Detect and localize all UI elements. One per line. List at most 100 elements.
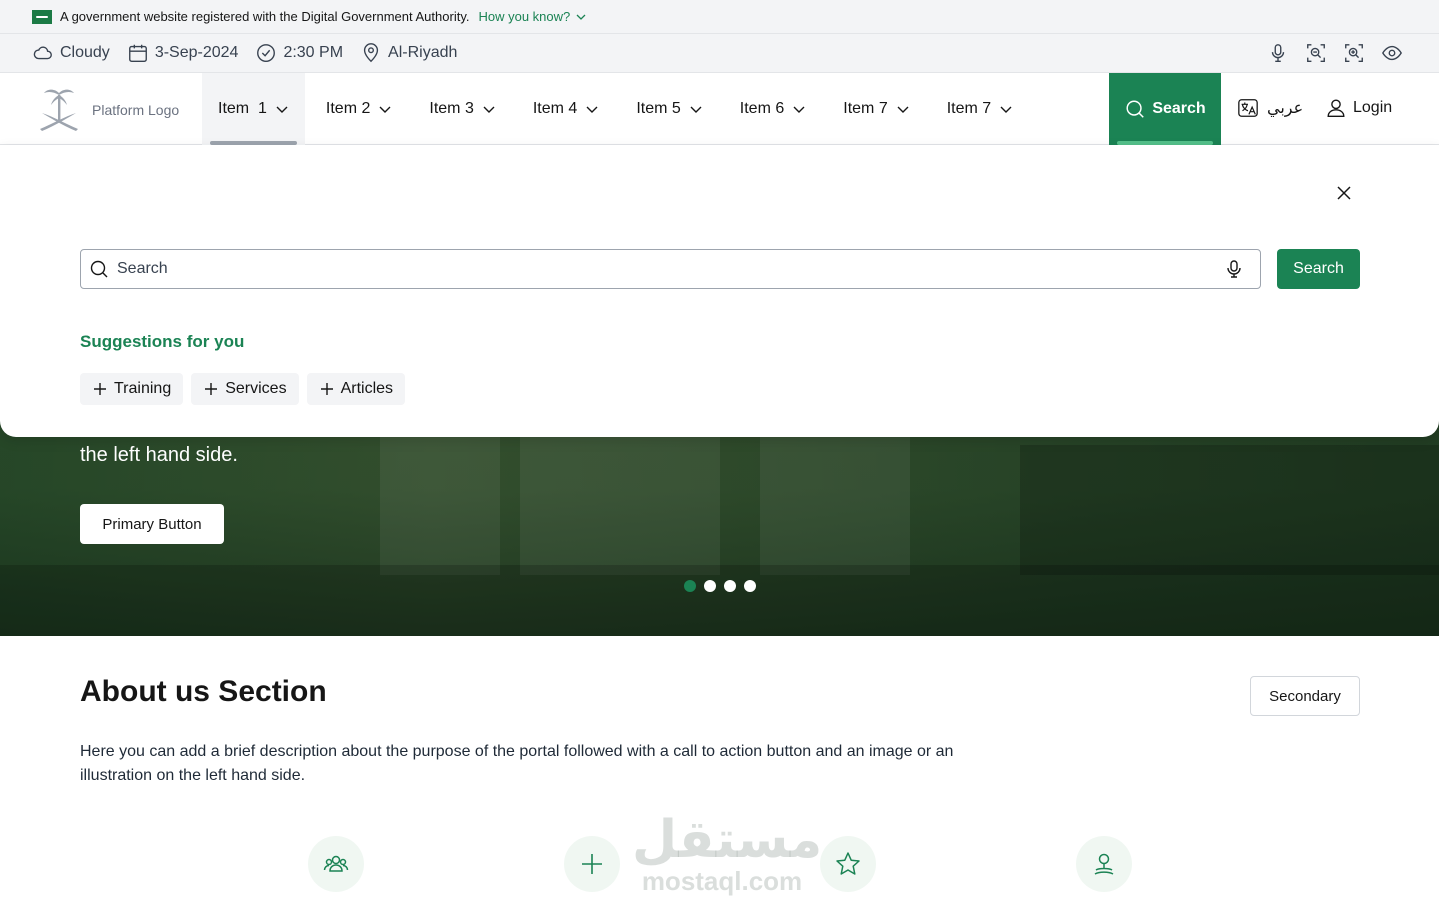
chevron-down-icon <box>379 106 391 113</box>
chevron-down-icon <box>793 106 805 113</box>
login-button[interactable]: Login <box>1325 97 1392 119</box>
microphone-icon[interactable] <box>1224 259 1244 279</box>
search-panel: Search Suggestions for you Training Serv… <box>0 145 1439 437</box>
time-info: 2:30 PM <box>255 42 343 64</box>
feature-plus[interactable] <box>564 836 620 892</box>
chevron-down-icon <box>586 106 598 113</box>
suggestion-chips: Training Services Articles <box>80 373 406 405</box>
weather-info: Cloudy <box>32 42 110 64</box>
location-info: Al-Riyadh <box>360 42 457 64</box>
main-nav: Platform Logo Item 1 Item 2 Item 3 Item … <box>0 73 1439 145</box>
nav-item-label: Item 6 <box>739 100 785 117</box>
nav-item-2[interactable]: Item 2 <box>310 73 408 145</box>
search-icon <box>1126 100 1145 118</box>
calendar-icon <box>128 44 147 62</box>
about-title: About us Section <box>80 675 327 708</box>
location-text: Al-Riyadh <box>388 44 458 61</box>
time-text: 2:30 PM <box>283 44 344 61</box>
chevron-down-icon <box>897 106 909 113</box>
palm-swords-logo-icon <box>40 89 78 131</box>
eye-icon[interactable] <box>1381 42 1403 64</box>
zoom-out-icon[interactable] <box>1305 42 1327 64</box>
hero-building <box>380 425 500 575</box>
suggestion-chip-training[interactable]: Training <box>80 373 184 405</box>
chip-label: Training <box>114 380 172 397</box>
nav-item-1[interactable]: Item 1 <box>202 73 305 145</box>
user-icon <box>1327 99 1345 117</box>
people-icon <box>323 855 349 872</box>
search-field <box>80 249 1261 289</box>
chevron-down-icon <box>576 14 586 20</box>
info-bar: Cloudy 3-Sep-2024 2:30 PM Al-Riyadh <box>0 34 1439 73</box>
nav-item-label: Item 2 <box>325 100 371 117</box>
nav-item-label: Item 5 <box>636 100 681 117</box>
chevron-down-icon <box>276 106 288 113</box>
nav-item-7[interactable]: Item 7 <box>827 73 925 145</box>
translate-icon <box>1238 99 1258 117</box>
zoom-in-icon[interactable] <box>1343 42 1365 64</box>
how-you-know-link[interactable]: How you know? <box>478 9 586 24</box>
nav-search-button[interactable]: Search <box>1109 73 1221 145</box>
gov-banner-text: A government website registered with the… <box>60 9 470 24</box>
nav-item-label: Item 7 <box>843 100 888 117</box>
saudi-flag-icon <box>32 9 52 24</box>
nav-item-4[interactable]: Item 4 <box>517 73 615 145</box>
date-info: 3-Sep-2024 <box>127 42 239 64</box>
nav-item-6[interactable]: Item 6 <box>724 73 822 145</box>
login-label: Login <box>1353 99 1393 116</box>
search-input[interactable] <box>117 260 1217 278</box>
nav-item-label: Item 4 <box>532 100 578 117</box>
language-label: عربي <box>1267 100 1304 117</box>
chevron-down-icon <box>1000 106 1012 113</box>
suggestion-chip-articles[interactable]: Articles <box>306 373 406 405</box>
watermark-arabic: مستقل <box>632 810 823 870</box>
logo-text: Platform Logo <box>92 102 180 118</box>
feature-location[interactable] <box>1076 836 1132 892</box>
watermark-latin: mostaql.com <box>641 866 803 896</box>
about-description: Here you can add a brief description abo… <box>80 743 954 784</box>
hero-building <box>520 415 720 575</box>
carousel-dots <box>684 580 756 592</box>
how-you-know-label: How you know? <box>478 9 571 24</box>
date-text: 3-Sep-2024 <box>154 44 239 61</box>
carousel-dot[interactable] <box>744 580 756 592</box>
gov-banner: A government website registered with the… <box>0 0 1439 34</box>
carousel-dot[interactable] <box>704 580 716 592</box>
nav-items: Item 1 Item 2 Item 3 Item 4 Item 5 Item … <box>202 73 1034 145</box>
search-icon <box>90 260 108 278</box>
clock-icon <box>257 44 276 62</box>
plus-icon <box>205 383 218 395</box>
nav-item-3[interactable]: Item 3 <box>413 73 511 145</box>
location-pin-icon <box>1094 853 1114 875</box>
nav-search-label: Search <box>1152 100 1206 117</box>
search-submit-button[interactable]: Search <box>1277 249 1360 289</box>
hero-description: the left hand side. <box>80 444 238 466</box>
primary-button[interactable]: Primary Button <box>80 504 224 544</box>
close-icon[interactable] <box>1334 183 1354 203</box>
platform-logo[interactable]: Platform Logo <box>36 85 179 135</box>
location-icon <box>363 43 379 63</box>
chevron-down-icon <box>690 106 702 113</box>
suggestion-chip-services[interactable]: Services <box>191 373 299 405</box>
chevron-down-icon <box>483 106 495 113</box>
hero-ground <box>0 565 1439 636</box>
weather-text: Cloudy <box>60 44 110 61</box>
language-switch[interactable]: عربي <box>1237 97 1303 119</box>
watermark: مستقل mostaql.com <box>632 810 823 896</box>
nav-item-8[interactable]: Item 7 <box>931 73 1029 145</box>
plus-icon <box>582 854 602 874</box>
star-icon <box>836 852 860 875</box>
plus-icon <box>320 383 333 395</box>
cloud-icon <box>33 46 52 60</box>
carousel-dot[interactable] <box>724 580 736 592</box>
nav-item-label: Item 3 <box>429 100 474 117</box>
feature-star[interactable] <box>820 836 876 892</box>
microphone-icon[interactable] <box>1267 42 1289 64</box>
chip-label: Services <box>225 380 287 397</box>
plus-icon <box>94 383 106 395</box>
feature-people[interactable] <box>308 836 364 892</box>
chip-label: Articles <box>340 380 394 397</box>
secondary-button[interactable]: Secondary <box>1250 676 1360 716</box>
nav-item-5[interactable]: Item 5 <box>620 73 718 145</box>
carousel-dot[interactable] <box>684 580 696 592</box>
